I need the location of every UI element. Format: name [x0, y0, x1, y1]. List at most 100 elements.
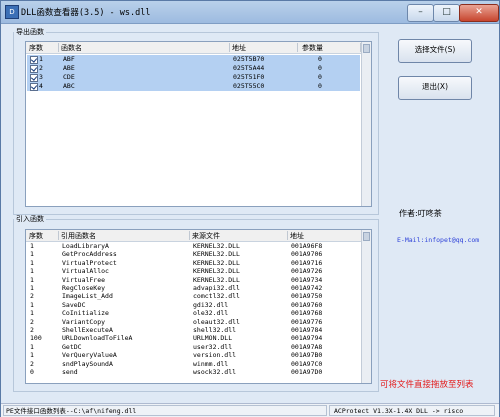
import-row[interactable]: 1 GetDC user32.dll 001A97A8 — [27, 343, 360, 352]
title-bar[interactable]: D DLL函数查看器(3.5) - ws.dll – □ ✕ — [1, 1, 499, 24]
import-ordinal: 2 — [30, 292, 34, 301]
import-name: VirtualProtect — [62, 258, 117, 267]
export-address: 025T55C0 — [233, 82, 265, 90]
export-row[interactable]: 3 CDE 025T51F0 0 — [27, 73, 360, 82]
export-params: 0 — [318, 55, 322, 63]
export-params: 0 — [318, 64, 322, 72]
exports-scrollbar[interactable] — [361, 42, 371, 206]
imports-scrollbar[interactable] — [361, 230, 371, 383]
exit-button[interactable]: 退出(X) — [398, 76, 472, 100]
import-source: KERNEL32.DLL — [193, 250, 240, 259]
export-name: ABC — [63, 82, 75, 90]
import-source: KERNEL32.DLL — [193, 275, 240, 284]
import-row[interactable]: 1 SaveDC gdi32.dll 001A9760 — [27, 301, 360, 310]
author-label: 作者:叮咚茶 — [399, 209, 442, 218]
import-name: send — [62, 368, 78, 376]
exports-col-address[interactable]: 地址 — [232, 43, 246, 53]
imports-table[interactable]: 序数 引用函数名 来源文件 地址 1 LoadLibraryA KERNEL32.D… — [25, 229, 372, 384]
import-source: advapi32.dll — [193, 284, 240, 292]
row-checkbox[interactable] — [30, 83, 38, 91]
imports-col-address[interactable]: 地址 — [290, 231, 304, 241]
exports-scroll-thumb[interactable] — [363, 44, 370, 53]
import-ordinal: 1 — [30, 275, 34, 284]
import-name: ImageList_Add — [62, 292, 113, 301]
import-address: 001A9742 — [291, 284, 323, 292]
import-ordinal: 1 — [30, 284, 34, 292]
export-ordinal: 3 — [39, 73, 43, 81]
app-window: D DLL函数查看器(3.5) - ws.dll – □ ✕ 导出函数 序数 函… — [0, 0, 500, 417]
import-source: comctl32.dll — [193, 292, 240, 301]
export-ordinal: 4 — [39, 82, 43, 90]
import-address: 001A97C0 — [291, 359, 323, 368]
import-ordinal: 1 — [30, 242, 34, 250]
row-checkbox[interactable] — [30, 56, 38, 64]
import-ordinal: 2 — [30, 359, 34, 368]
export-row[interactable]: 1 ABF 025T5B70 0 — [27, 55, 360, 64]
import-row[interactable]: 2 ImageList_Add comctl32.dll 001A9750 — [27, 292, 360, 301]
exports-group-label: 导出函数 — [16, 28, 44, 36]
import-ordinal: 1 — [30, 258, 34, 267]
import-row[interactable]: 100 URLDownloadToFileA URLMON.DLL 001A9794 — [27, 334, 360, 343]
export-ordinal: 2 — [39, 64, 43, 72]
exports-col-params[interactable]: 参数量 — [302, 43, 323, 53]
export-params: 0 — [318, 82, 322, 90]
email-link[interactable]: E-Mail:infopet@qq.com — [397, 236, 479, 244]
export-row[interactable]: 2 ABE 025T5A44 0 — [27, 64, 360, 73]
import-row[interactable]: 1 VirtualFree KERNEL32.DLL 001A9734 — [27, 276, 360, 285]
import-ordinal: 0 — [30, 368, 34, 376]
exports-table[interactable]: 序数 函数名 地址 参数量 1 ABF 025T5B70 0 2 ABE 025T5A44 0… — [25, 41, 372, 207]
import-address: 001A9716 — [291, 258, 323, 267]
import-ordinal: 1 — [30, 300, 34, 309]
import-name: SaveDC — [62, 300, 86, 309]
status-file-path: PE文件接口函数列表--C:\af\nifeng.dll — [3, 405, 327, 416]
import-name: ShellExecuteA — [62, 326, 113, 334]
import-row[interactable]: 2 sndPlaySoundA winmm.dll 001A97C0 — [27, 360, 360, 369]
import-row[interactable]: 0 send wsock32.dll 001A97D0 — [27, 368, 360, 377]
select-file-button[interactable]: 选择文件(S) — [398, 39, 472, 63]
import-address: 001A9768 — [291, 309, 323, 318]
status-protector-info: ACProtect V1.3X-1.4X DLL -> risco — [329, 405, 495, 416]
imports-group-label: 引入函数 — [16, 215, 44, 223]
import-source: KERNEL32.DLL — [193, 242, 240, 250]
imports-col-source[interactable]: 来源文件 — [192, 231, 220, 241]
import-row[interactable]: 1 VerQueryValueA version.dll 001A97B0 — [27, 351, 360, 360]
import-row[interactable]: 1 CoInitialize ole32.dll 001A9768 — [27, 309, 360, 318]
row-checkbox[interactable] — [30, 74, 38, 82]
import-address: 001A9750 — [291, 292, 323, 301]
import-row[interactable]: 1 RegCloseKey advapi32.dll 001A9742 — [27, 284, 360, 293]
import-source: KERNEL32.DLL — [193, 267, 240, 276]
minimize-button[interactable]: – — [407, 4, 434, 22]
app-icon: D — [5, 5, 19, 19]
import-source: KERNEL32.DLL — [193, 258, 240, 267]
import-source: ole32.dll — [193, 309, 229, 318]
export-address: 025T5B70 — [233, 55, 265, 63]
import-row[interactable]: 2 VariantCopy oleaut32.dll 001A9776 — [27, 318, 360, 327]
import-row[interactable]: 2 ShellExecuteA shell32.dll 001A9784 — [27, 326, 360, 335]
import-row[interactable]: 1 VirtualAlloc KERNEL32.DLL 001A9726 — [27, 267, 360, 276]
export-row[interactable]: 4 ABC 025T55C0 0 — [27, 82, 360, 91]
import-row[interactable]: 1 GetProcAddress KERNEL32.DLL 001A9706 — [27, 250, 360, 259]
import-source: gdi32.dll — [193, 300, 229, 309]
import-name: VariantCopy — [62, 317, 106, 326]
import-source: winmm.dll — [193, 359, 229, 368]
exports-col-name[interactable]: 函数名 — [61, 43, 82, 53]
row-checkbox[interactable] — [30, 65, 38, 73]
imports-col-ordinal[interactable]: 序数 — [29, 231, 43, 241]
imports-scroll-thumb[interactable] — [363, 232, 370, 241]
import-ordinal: 1 — [30, 309, 34, 318]
maximize-button[interactable]: □ — [433, 4, 460, 22]
import-ordinal: 2 — [30, 326, 34, 334]
export-name: ABE — [63, 64, 75, 72]
import-address: 001A9734 — [291, 275, 323, 284]
import-row[interactable]: 1 VirtualProtect KERNEL32.DLL 001A9716 — [27, 259, 360, 268]
close-button[interactable]: ✕ — [459, 4, 499, 22]
exports-col-ordinal[interactable]: 序数 — [29, 43, 43, 53]
export-name: CDE — [63, 73, 75, 81]
import-address: 001A97B0 — [291, 351, 323, 360]
import-row[interactable]: 1 LoadLibraryA KERNEL32.DLL 001A96F8 — [27, 242, 360, 251]
import-name: CoInitialize — [62, 309, 109, 318]
import-source: shell32.dll — [193, 326, 237, 334]
imports-col-name[interactable]: 引用函数名 — [61, 231, 96, 241]
import-source: URLMON.DLL — [193, 334, 233, 343]
import-name: RegCloseKey — [62, 284, 106, 292]
